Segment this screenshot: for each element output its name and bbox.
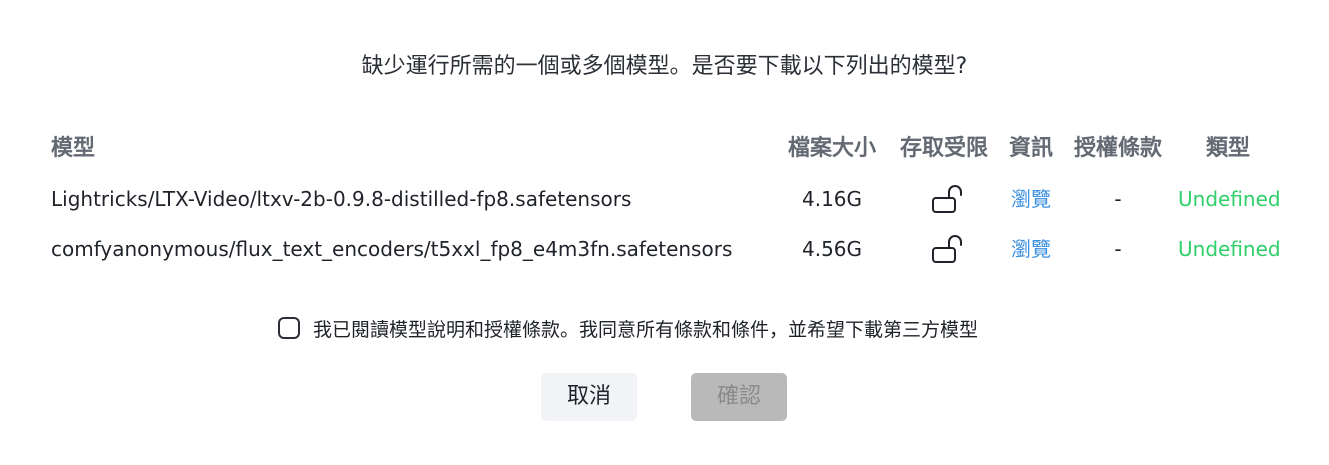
agreement-checkbox[interactable] — [278, 317, 300, 339]
model-size: 4.16G — [801, 187, 863, 211]
agreement-row: 我已閱讀模型說明和授權條款。我同意所有條款和條件，並希望下載第三方模型 — [278, 313, 978, 343]
model-name: Lightricks/LTX-Video/ltxv-2b-0.9.8-disti… — [51, 187, 632, 211]
unlocked-padlock-icon — [932, 185, 962, 213]
column-header-type: 類型 — [1205, 136, 1250, 161]
column-header-size: 檔案大小 — [787, 136, 876, 161]
confirm-button[interactable]: 確認 — [691, 373, 787, 421]
license-value: - — [1114, 237, 1122, 261]
column-header-info: 資訊 — [1008, 136, 1053, 161]
cancel-button[interactable]: 取消 — [541, 373, 637, 421]
column-header-license: 授權條款 — [1073, 136, 1162, 161]
download-models-dialog: 缺少運行所需的一個或多個模型。是否要下載以下列出的模型? 模型 檔案大小 存取受… — [0, 0, 1329, 465]
column-header-access: 存取受限 — [899, 136, 988, 161]
agreement-label[interactable]: 我已閱讀模型說明和授權條款。我同意所有條款和條件，並希望下載第三方模型 — [313, 315, 978, 342]
column-header-model: 模型 — [51, 136, 96, 161]
browse-link[interactable]: 瀏覽 — [1003, 231, 1059, 267]
dialog-message: 缺少運行所需的一個或多個模型。是否要下載以下列出的模型? — [361, 54, 968, 79]
browse-link[interactable]: 瀏覽 — [1003, 181, 1059, 217]
model-type: Undefined — [1178, 237, 1281, 261]
model-size: 4.56G — [801, 237, 863, 261]
model-type: Undefined — [1178, 187, 1281, 211]
model-name: comfyanonymous/flux_text_encoders/t5xxl_… — [51, 237, 733, 261]
license-value: - — [1114, 187, 1122, 211]
unlocked-padlock-icon — [932, 235, 962, 263]
